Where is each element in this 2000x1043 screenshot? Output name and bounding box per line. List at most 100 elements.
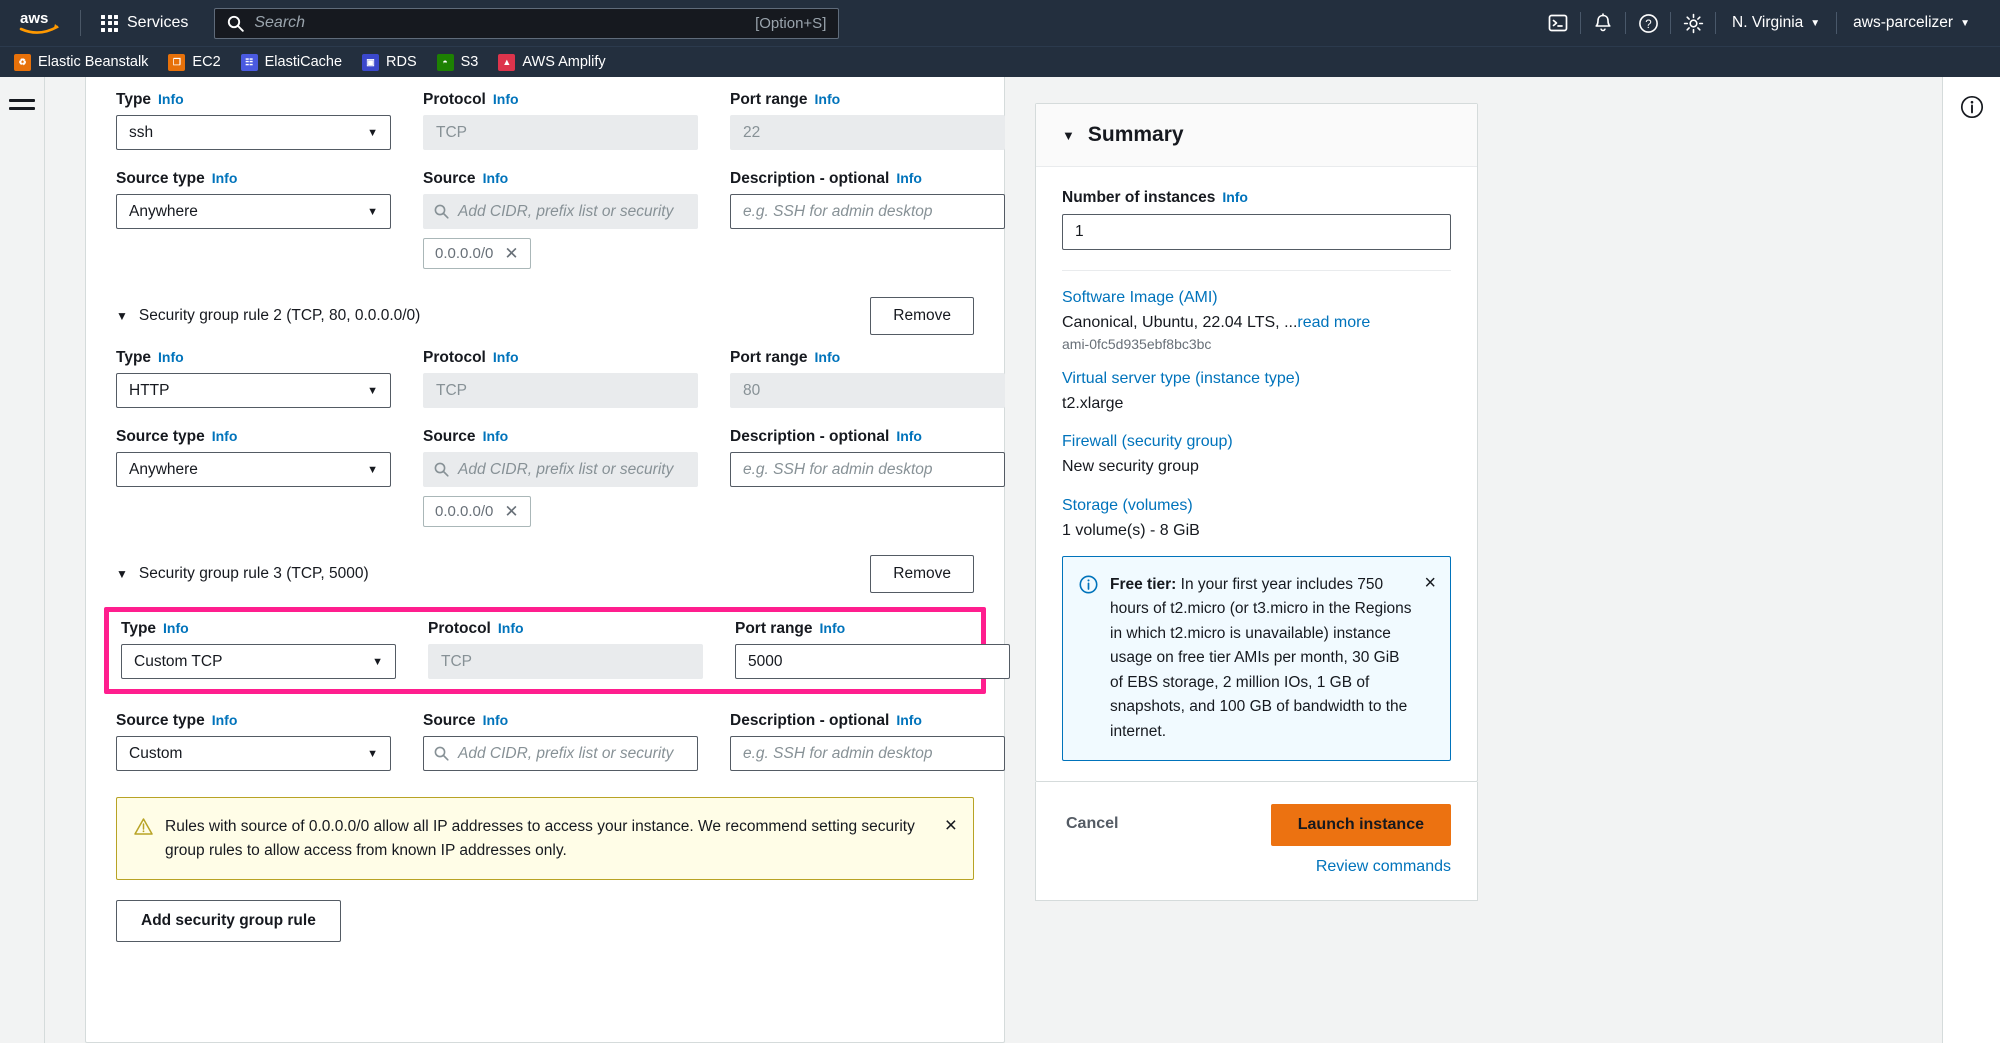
summary-column: ▼ Summary Number of instances Info 1 Sof… bbox=[1035, 77, 1478, 1043]
source-type-select[interactable]: Custom ▼ bbox=[116, 736, 391, 771]
search-icon bbox=[434, 746, 449, 761]
source-cidr-token[interactable]: 0.0.0.0/0 ✕ bbox=[423, 496, 531, 527]
settings-gear-icon[interactable] bbox=[1671, 0, 1715, 46]
info-link[interactable]: Info bbox=[212, 428, 238, 444]
cancel-button[interactable]: Cancel bbox=[1062, 804, 1122, 844]
favorite-elasticache[interactable]: ☷ ElastiCache bbox=[241, 54, 342, 71]
info-link[interactable]: Info bbox=[483, 712, 509, 728]
main-content: Type Info ssh ▼ Protocol Info bbox=[45, 77, 1942, 1043]
label-text: Source type bbox=[116, 428, 205, 446]
collapse-triangle-icon[interactable]: ▼ bbox=[1062, 128, 1075, 143]
info-link[interactable]: Info bbox=[896, 428, 922, 444]
favorite-label: ElastiCache bbox=[265, 54, 342, 70]
protocol-input: TCP bbox=[428, 644, 703, 679]
port-range-input[interactable]: 5000 bbox=[735, 644, 1010, 679]
description-placeholder: e.g. SSH for admin desktop bbox=[743, 203, 933, 221]
label-text: Type bbox=[116, 349, 151, 367]
account-menu[interactable]: aws-parcelizer ▼ bbox=[1837, 14, 1986, 32]
info-link[interactable]: Info bbox=[493, 349, 519, 365]
label-text: Port range bbox=[730, 349, 808, 367]
remove-rule-3-button[interactable]: Remove bbox=[870, 555, 974, 593]
info-link[interactable]: Info bbox=[498, 620, 524, 636]
help-question-icon[interactable]: ? bbox=[1626, 0, 1670, 46]
review-commands-link[interactable]: Review commands bbox=[1316, 858, 1451, 876]
close-icon[interactable]: × bbox=[1424, 573, 1436, 593]
search-input[interactable] bbox=[254, 14, 755, 32]
protocol-value: TCP bbox=[436, 382, 467, 400]
close-icon[interactable]: × bbox=[945, 815, 957, 836]
source-type-select[interactable]: Anywhere ▼ bbox=[116, 452, 391, 487]
favorite-aws-amplify[interactable]: ▲ AWS Amplify bbox=[498, 54, 605, 71]
source-placeholder: Add CIDR, prefix list or security bbox=[458, 745, 673, 763]
remove-rule-2-button[interactable]: Remove bbox=[870, 297, 974, 335]
info-link[interactable]: Info bbox=[212, 712, 238, 728]
protocol-label: Protocol Info bbox=[428, 620, 703, 638]
launch-instance-button[interactable]: Launch instance bbox=[1271, 804, 1451, 846]
rule-row-top: Type Info ssh ▼ Protocol Info bbox=[116, 91, 974, 150]
info-link[interactable]: Info bbox=[896, 170, 922, 186]
services-label: Services bbox=[127, 14, 188, 32]
info-link[interactable]: Info bbox=[483, 428, 509, 444]
info-link[interactable]: Info bbox=[158, 91, 184, 107]
cloudshell-icon[interactable] bbox=[1536, 0, 1580, 46]
protocol-field-group: Protocol Info TCP bbox=[423, 349, 698, 408]
label-text: Source bbox=[423, 428, 476, 446]
read-more-link[interactable]: read more bbox=[1297, 314, 1370, 331]
description-input[interactable]: e.g. SSH for admin desktop bbox=[730, 194, 1005, 229]
add-security-group-rule-button[interactable]: Add security group rule bbox=[116, 900, 341, 942]
region-selector[interactable]: N. Virginia ▼ bbox=[1716, 14, 1836, 32]
source-input[interactable]: Add CIDR, prefix list or security bbox=[423, 194, 698, 229]
divider bbox=[1062, 270, 1451, 271]
close-icon[interactable]: ✕ bbox=[504, 245, 518, 262]
favorite-ec2[interactable]: ❐ EC2 bbox=[168, 54, 220, 71]
collapse-triangle-icon[interactable]: ▼ bbox=[116, 567, 128, 581]
label-text: Description - optional bbox=[730, 712, 889, 730]
free-tier-text: Free tier: In your first year includes 7… bbox=[1110, 573, 1412, 744]
label-text: Source bbox=[423, 712, 476, 730]
collapse-triangle-icon[interactable]: ▼ bbox=[116, 309, 128, 323]
favorite-rds[interactable]: ▣ RDS bbox=[362, 54, 417, 71]
info-link[interactable]: Info bbox=[212, 170, 238, 186]
chevron-down-icon: ▼ bbox=[372, 656, 383, 668]
source-field-group: Source Info Add CIDR, prefix list or sec… bbox=[423, 428, 698, 527]
services-menu-button[interactable]: Services bbox=[95, 10, 194, 36]
favorite-elastic-beanstalk[interactable]: ♻ Elastic Beanstalk bbox=[14, 54, 148, 71]
label-text: Protocol bbox=[423, 91, 486, 109]
virtual-server-type-link[interactable]: Virtual server type (instance type) bbox=[1062, 370, 1451, 388]
info-link[interactable]: Info bbox=[1222, 189, 1248, 205]
favorite-s3[interactable]: ◓ S3 bbox=[437, 54, 479, 71]
info-panel-toggle-icon[interactable] bbox=[1960, 95, 1984, 1043]
description-input[interactable]: e.g. SSH for admin desktop bbox=[730, 452, 1005, 487]
info-link[interactable]: Info bbox=[163, 620, 189, 636]
firewall-link[interactable]: Firewall (security group) bbox=[1062, 433, 1451, 451]
info-link[interactable]: Info bbox=[493, 91, 519, 107]
close-icon[interactable]: ✕ bbox=[504, 503, 518, 520]
info-link[interactable]: Info bbox=[483, 170, 509, 186]
sidebar-toggle-hamburger-icon[interactable] bbox=[9, 95, 35, 1043]
action-bar: Cancel Launch instance Review commands bbox=[1035, 782, 1478, 901]
storage-link[interactable]: Storage (volumes) bbox=[1062, 497, 1451, 515]
source-input[interactable]: Add CIDR, prefix list or security bbox=[423, 736, 698, 771]
rule-3-header: ▼ Security group rule 3 (TCP, 5000) Remo… bbox=[116, 555, 974, 593]
type-select[interactable]: HTTP ▼ bbox=[116, 373, 391, 408]
notifications-bell-icon[interactable] bbox=[1581, 0, 1625, 46]
summary-header: ▼ Summary bbox=[1036, 104, 1477, 167]
label-text: Type bbox=[121, 620, 156, 638]
source-type-value: Custom bbox=[129, 745, 182, 763]
source-cidr-token[interactable]: 0.0.0.0/0 ✕ bbox=[423, 238, 531, 269]
aws-logo-icon[interactable]: aws bbox=[14, 8, 66, 38]
source-input[interactable]: Add CIDR, prefix list or security bbox=[423, 452, 698, 487]
description-input[interactable]: e.g. SSH for admin desktop bbox=[730, 736, 1005, 771]
info-link[interactable]: Info bbox=[815, 91, 841, 107]
search-icon bbox=[227, 15, 244, 32]
type-select[interactable]: ssh ▼ bbox=[116, 115, 391, 150]
info-link[interactable]: Info bbox=[820, 620, 846, 636]
info-link[interactable]: Info bbox=[815, 349, 841, 365]
software-image-link[interactable]: Software Image (AMI) bbox=[1062, 289, 1451, 307]
source-type-select[interactable]: Anywhere ▼ bbox=[116, 194, 391, 229]
type-select[interactable]: Custom TCP ▼ bbox=[121, 644, 396, 679]
number-of-instances-input[interactable]: 1 bbox=[1062, 214, 1451, 250]
global-search-box[interactable]: [Option+S] bbox=[214, 8, 839, 39]
info-link[interactable]: Info bbox=[158, 349, 184, 365]
info-link[interactable]: Info bbox=[896, 712, 922, 728]
